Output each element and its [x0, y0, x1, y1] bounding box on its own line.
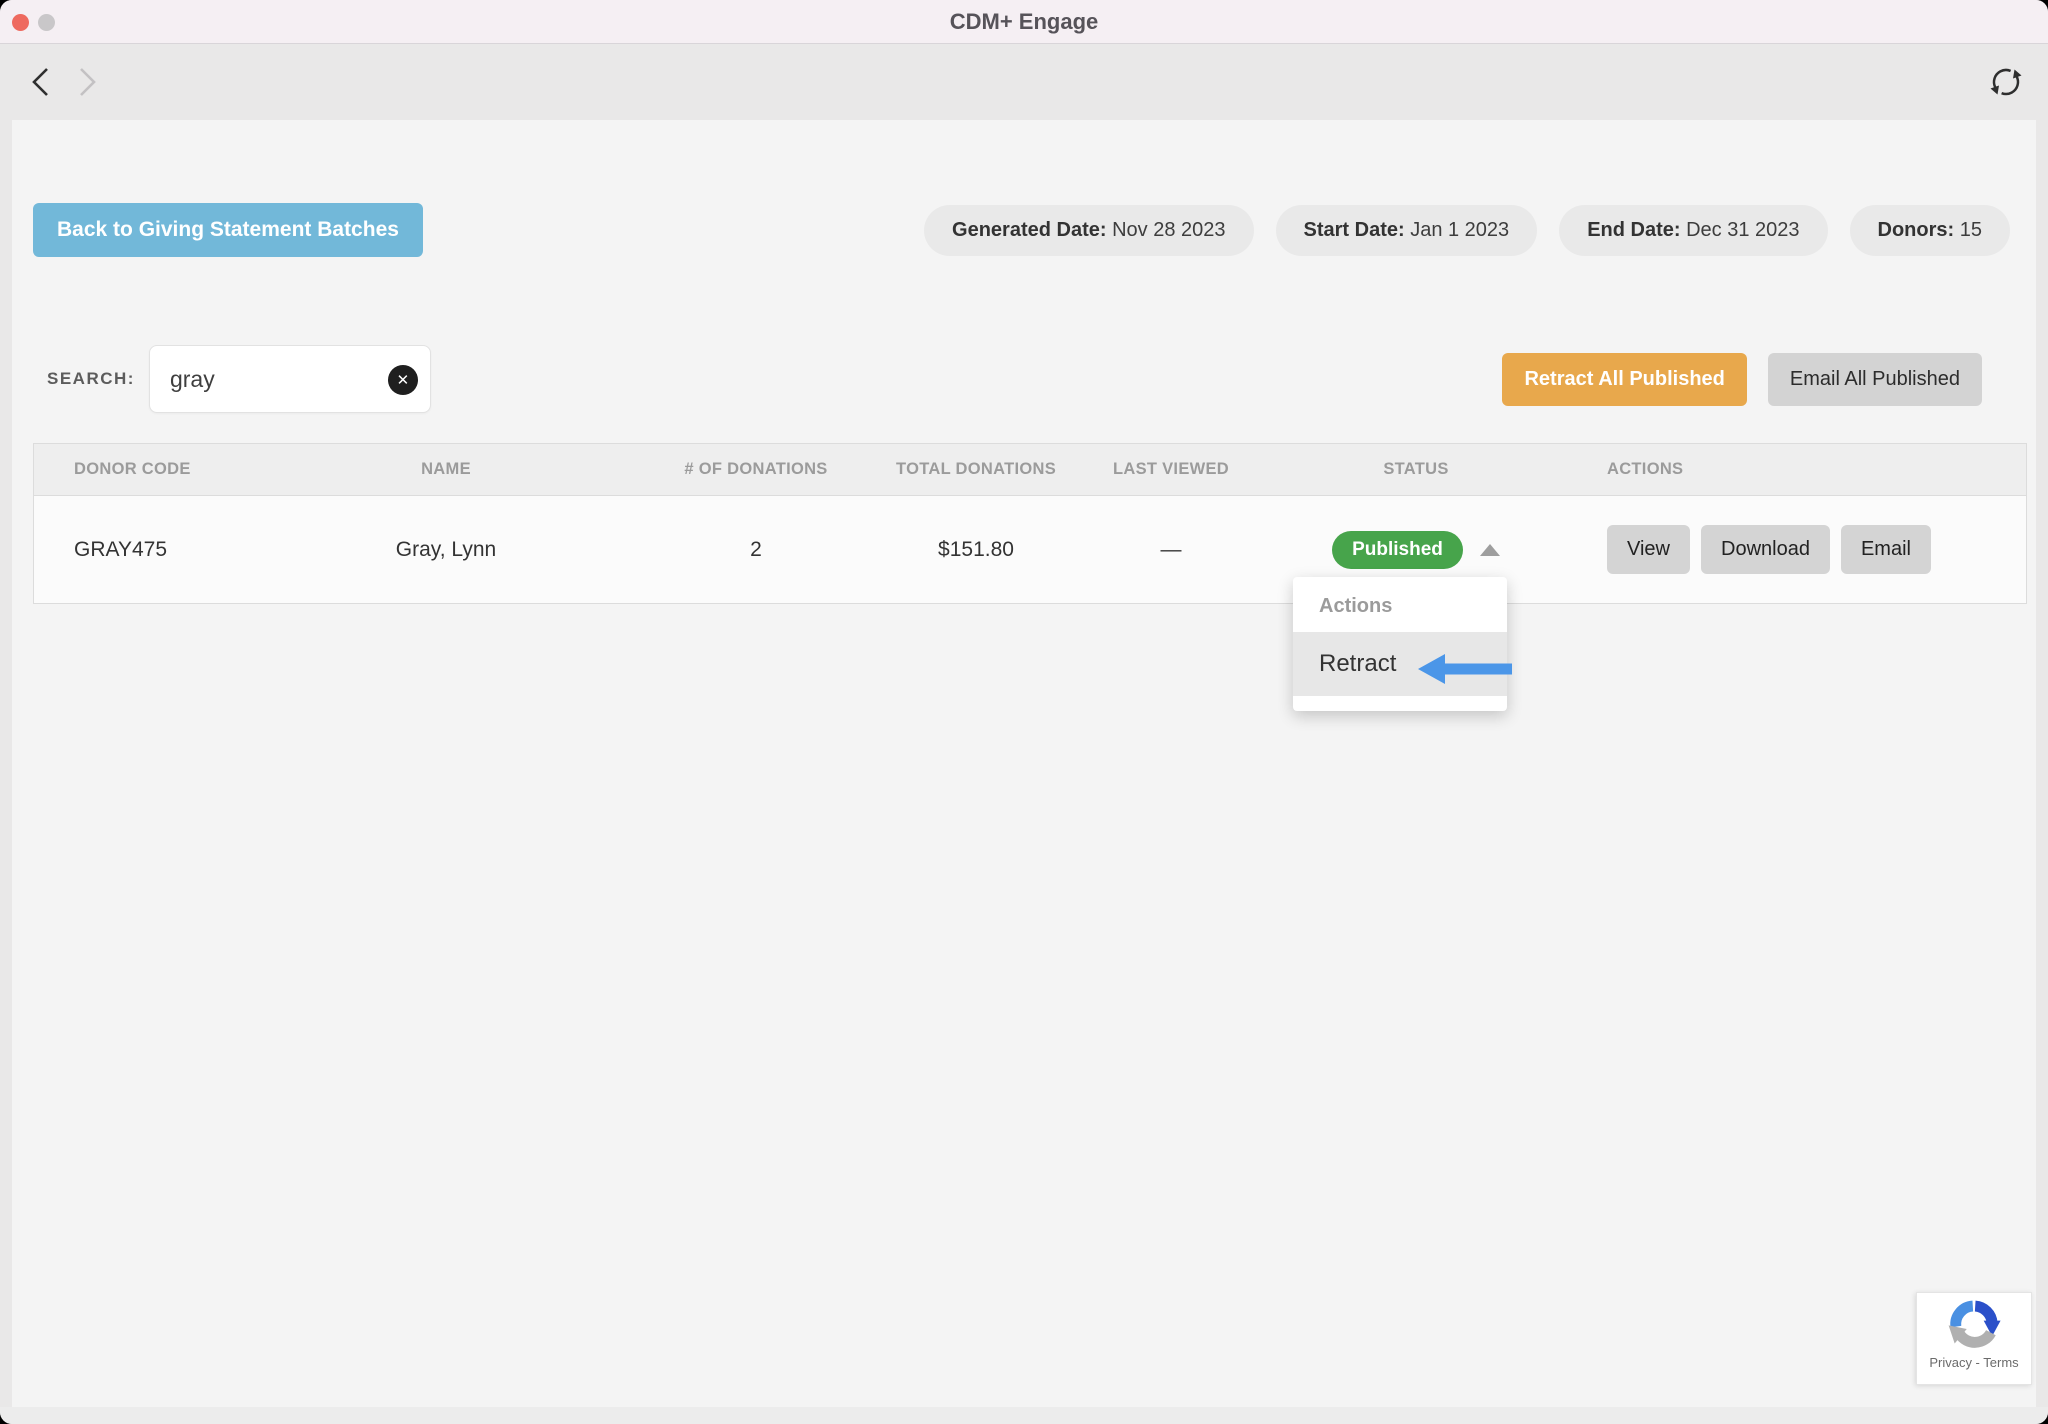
recaptcha-badge[interactable]: Privacy - Terms	[1916, 1292, 2032, 1385]
row-actions: View Download Email	[1607, 525, 2026, 574]
view-button[interactable]: View	[1607, 525, 1690, 574]
window-title: CDM+ Engage	[0, 9, 2048, 35]
retract-all-published-button[interactable]: Retract All Published	[1502, 353, 1746, 406]
page-content: Back to Giving Statement Batches Generat…	[12, 120, 2036, 1407]
total-donations-cell: $151.80	[871, 538, 1081, 562]
back-to-batches-button[interactable]: Back to Giving Statement Batches	[33, 203, 423, 257]
email-all-published-button[interactable]: Email All Published	[1768, 353, 1982, 406]
donors-count-label: Donors:	[1878, 219, 1955, 241]
status-dropdown-menu: Actions Retract	[1293, 577, 1507, 711]
end-date-value: Dec 31 2023	[1686, 219, 1799, 241]
start-date-value: Jan 1 2023	[1410, 219, 1509, 241]
generated-date-label: Generated Date:	[952, 219, 1107, 241]
last-viewed-cell: —	[1081, 538, 1261, 562]
col-donor-code: DONOR CODE	[34, 460, 251, 479]
col-last-viewed: LAST VIEWED	[1081, 460, 1261, 479]
donor-code-cell: GRAY475	[34, 538, 251, 562]
titlebar: CDM+ Engage	[0, 0, 2048, 44]
search-label: SEARCH:	[47, 369, 135, 389]
start-date-pill: Start Date: Jan 1 2023	[1276, 205, 1538, 256]
col-actions: ACTIONS	[1571, 460, 2026, 479]
generated-date-value: Nov 28 2023	[1112, 219, 1225, 241]
col-name: NAME	[251, 460, 641, 479]
clear-search-icon[interactable]: ✕	[388, 365, 418, 395]
close-window-button[interactable]	[12, 14, 29, 31]
donors-count-value: 15	[1960, 219, 1982, 241]
search-box: ✕	[149, 345, 431, 413]
table-row: GRAY475 Gray, Lynn 2 $151.80 — Published…	[34, 496, 2026, 604]
status-caret-up-icon[interactable]	[1480, 544, 1500, 556]
donors-count-pill: Donors: 15	[1850, 205, 2010, 256]
batch-info-pills: Generated Date: Nov 28 2023 Start Date: …	[924, 205, 2010, 256]
donor-name-cell: Gray, Lynn	[251, 538, 641, 562]
recaptcha-logo-icon	[1945, 1293, 2003, 1353]
num-donations-cell: 2	[641, 538, 871, 562]
app-window: CDM+ Engage	[0, 0, 2048, 1424]
start-date-label: Start Date:	[1304, 219, 1405, 241]
annotation-arrow-icon	[1418, 654, 1512, 684]
email-button[interactable]: Email	[1841, 525, 1931, 574]
recaptcha-privacy-terms[interactable]: Privacy - Terms	[1929, 1355, 2018, 1370]
traffic-lights	[12, 14, 55, 31]
donors-table: DONOR CODE NAME # OF DONATIONS TOTAL DON…	[33, 443, 2027, 604]
back-icon	[28, 64, 54, 100]
status-badge[interactable]: Published	[1332, 531, 1463, 569]
back-nav-button[interactable]	[24, 62, 58, 102]
forward-nav-button[interactable]	[70, 62, 104, 102]
forward-icon	[74, 64, 100, 100]
refresh-icon	[1986, 62, 2026, 102]
col-num-donations: # OF DONATIONS	[641, 460, 871, 479]
end-date-pill: End Date: Dec 31 2023	[1559, 205, 1827, 256]
window-bottom-edge	[0, 1407, 2048, 1424]
end-date-label: End Date:	[1587, 219, 1680, 241]
download-button[interactable]: Download	[1701, 525, 1830, 574]
table-header: DONOR CODE NAME # OF DONATIONS TOTAL DON…	[34, 444, 2026, 496]
dropdown-header: Actions	[1293, 577, 1507, 632]
browser-toolbar	[0, 44, 2048, 120]
status-cell: Published	[1261, 531, 1571, 569]
col-total-donations: TOTAL DONATIONS	[871, 460, 1081, 479]
col-status: STATUS	[1261, 460, 1571, 479]
minimize-window-button[interactable]	[38, 14, 55, 31]
refresh-button[interactable]	[1986, 62, 2026, 102]
generated-date-pill: Generated Date: Nov 28 2023	[924, 205, 1253, 256]
